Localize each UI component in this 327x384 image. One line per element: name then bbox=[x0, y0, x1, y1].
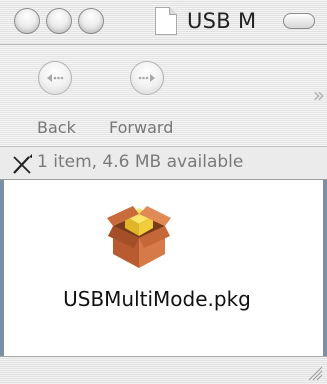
status-text: 1 item, 4.6 MB available bbox=[37, 152, 244, 172]
back-button[interactable] bbox=[38, 61, 72, 95]
volume-proxy-icon[interactable] bbox=[155, 7, 177, 35]
resize-grip-icon[interactable] bbox=[305, 363, 323, 381]
toolbar-toggle-button[interactable] bbox=[283, 13, 315, 29]
file-item[interactable]: USBMultiMode.pkg bbox=[52, 196, 262, 316]
minimize-button[interactable] bbox=[46, 8, 72, 34]
toolbar-overflow-chevron-icon[interactable]: » bbox=[313, 83, 325, 107]
bottom-bar bbox=[0, 356, 327, 384]
finder-window: USB M Back Forward » 1 item, 4.6 MB avai… bbox=[0, 0, 327, 384]
close-button[interactable] bbox=[14, 8, 40, 34]
title-bar[interactable]: USB M bbox=[0, 0, 327, 45]
file-name-label[interactable]: USBMultiMode.pkg bbox=[52, 287, 262, 311]
pencil-crossed-icon bbox=[10, 152, 34, 176]
package-icon[interactable] bbox=[107, 196, 171, 270]
file-list-area[interactable]: USBMultiMode.pkg bbox=[0, 180, 327, 356]
status-bar: 1 item, 4.6 MB available bbox=[0, 146, 327, 180]
forward-label[interactable]: Forward bbox=[109, 118, 173, 137]
back-label[interactable]: Back bbox=[37, 118, 76, 137]
forward-button[interactable] bbox=[130, 61, 164, 95]
forward-arrow-icon bbox=[138, 69, 156, 87]
toolbar: Back Forward » bbox=[0, 45, 327, 146]
zoom-button[interactable] bbox=[78, 8, 104, 34]
window-title: USB M bbox=[187, 9, 257, 33]
back-arrow-icon bbox=[46, 69, 64, 87]
